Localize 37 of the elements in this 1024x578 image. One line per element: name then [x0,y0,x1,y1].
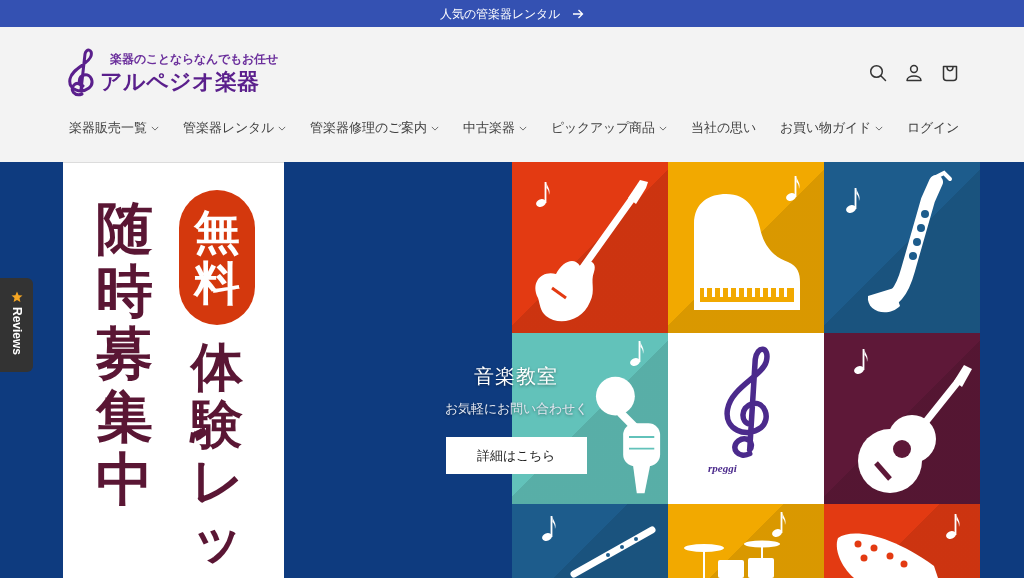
free-badge: 無料 [178,190,255,325]
chevron-down-icon [519,125,527,131]
music-note-icon [630,339,644,367]
nav-link[interactable]: 管楽器レンタル [183,121,286,135]
treble-clef-logo-icon[interactable] [66,48,96,98]
logo-name[interactable]: アルペジオ楽器 [100,68,278,95]
star-icon [10,291,23,303]
nav-link[interactable]: ピックアップ商品 [551,121,667,135]
music-note-icon [542,514,556,542]
reviews-tab[interactable]: Reviews [0,278,33,372]
chevron-down-icon [431,125,439,131]
banner-vertical-text: 体験レッ [190,339,243,568]
music-note-icon [772,510,786,538]
nav-link[interactable]: 当社の思い [691,121,756,135]
logo-text: rpeggi [708,463,737,474]
music-note-icon [946,512,960,540]
chevron-down-icon [151,125,159,131]
nav-link[interactable]: 管楽器修理のご案内 [310,121,439,135]
music-note-icon [846,186,860,214]
nav-link[interactable]: 中古楽器 [463,121,527,135]
music-note-icon [536,180,550,208]
person-icon [905,64,923,82]
nav-link[interactable]: 楽器販売一覧 [69,121,159,135]
announcement-link[interactable]: 人気の管楽器レンタル [440,7,584,20]
banner-vertical-text: 随時募集中 [96,197,153,511]
music-note-icon [854,347,868,375]
arrow-right-icon [572,8,584,19]
music-note-icon [786,174,800,202]
chevron-down-icon [659,125,667,131]
search-icon [869,64,887,82]
nav-link[interactable]: お買い物ガイド [780,121,883,135]
nav-link[interactable]: ログイン [907,121,959,135]
details-button[interactable]: 詳細はこちら [445,437,587,474]
shopping-bag-icon [941,64,959,82]
chevron-down-icon [278,125,286,131]
chevron-down-icon [875,125,883,131]
logo-tagline[interactable]: 楽器のことならなんでもお任せ [110,51,278,67]
